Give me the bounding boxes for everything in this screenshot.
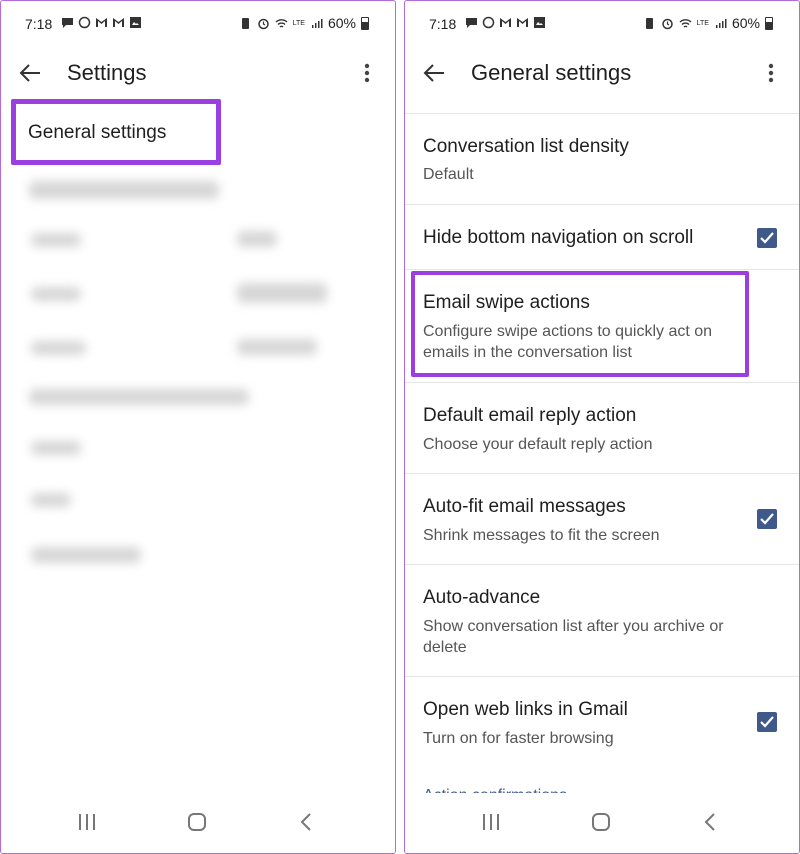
setting-default-reply-action[interactable]: Default email reply action Choose your d… (405, 383, 799, 473)
back-nav-icon[interactable] (295, 811, 319, 833)
status-bar: 7:18 LTE 60% (405, 1, 799, 45)
setting-conversation-list-density[interactable]: Conversation list density Default (405, 114, 799, 204)
recents-nav-icon[interactable] (479, 811, 503, 833)
setting-hide-bottom-navigation[interactable]: Hide bottom navigation on scroll (405, 205, 799, 269)
setting-title: Conversation list density (423, 136, 629, 157)
back-nav-icon[interactable] (699, 811, 723, 833)
setting-title: Auto-advance (423, 587, 541, 608)
back-arrow-icon[interactable] (15, 59, 45, 87)
back-arrow-icon[interactable] (419, 59, 449, 87)
app-bar: General settings (405, 51, 799, 95)
general-settings-label: General settings (28, 122, 167, 143)
system-nav-bar (1, 793, 395, 853)
setting-subtitle: Turn on for faster browsing (423, 730, 614, 747)
checkbox-checked-icon[interactable] (757, 509, 777, 529)
status-right: LTE 60% (239, 15, 369, 31)
network-type: LTE (696, 19, 709, 27)
setting-title: Email swipe actions (423, 292, 590, 313)
wifi-icon (679, 18, 692, 28)
setting-subtitle: Choose your default reply action (423, 436, 653, 453)
image-icon (534, 17, 545, 28)
left-phone-screen: 7:18 LTE 60% Settings General settings (0, 0, 396, 854)
page-title: Settings (67, 60, 147, 85)
whatsapp-icon (78, 16, 91, 29)
gmail-icon (113, 18, 124, 27)
notification-icons (465, 16, 546, 29)
setting-open-web-links[interactable]: Open web links in Gmail Turn on for fast… (405, 677, 799, 767)
signal-icon (715, 18, 727, 28)
right-phone-screen: 7:18 LTE 60% General settings Conversati… (404, 0, 800, 854)
status-time: 7:18 (429, 16, 457, 32)
setting-email-swipe-actions[interactable]: Email swipe actions Configure swipe acti… (405, 270, 799, 382)
general-settings-item[interactable]: General settings (11, 99, 221, 165)
setting-subtitle: Show conversation list after you archive… (423, 618, 724, 656)
wifi-icon (275, 18, 288, 28)
setting-subtitle: Shrink messages to fit the screen (423, 527, 660, 544)
page-title: General settings (471, 60, 632, 85)
image-icon (130, 17, 141, 28)
checkbox-checked-icon[interactable] (757, 712, 777, 732)
setting-subtitle: Default (423, 166, 474, 183)
recents-nav-icon[interactable] (75, 811, 99, 833)
checkbox-checked-icon[interactable] (757, 228, 777, 248)
home-nav-icon[interactable] (185, 811, 209, 833)
gmail-icon (96, 18, 107, 27)
system-nav-bar (405, 793, 799, 853)
setting-title: Default email reply action (423, 405, 637, 426)
network-type: LTE (292, 19, 305, 27)
battery-icon (361, 16, 369, 30)
whatsapp-icon (482, 16, 495, 29)
setting-subtitle: Configure swipe actions to quickly act o… (423, 323, 713, 361)
setting-auto-fit-email[interactable]: Auto-fit email messages Shrink messages … (405, 474, 799, 564)
setting-title: Open web links in Gmail (423, 699, 628, 720)
setting-title: Auto-fit email messages (423, 496, 626, 517)
chat-icon (62, 18, 73, 28)
status-time: 7:18 (25, 16, 53, 32)
setting-title: Hide bottom navigation on scroll (423, 227, 694, 248)
notification-icons (61, 16, 142, 29)
home-nav-icon[interactable] (589, 811, 613, 833)
more-vert-icon[interactable] (761, 61, 781, 85)
battery-icon (765, 16, 773, 30)
battery-saver-icon (241, 17, 249, 29)
battery-saver-icon (645, 17, 653, 29)
battery-percent: 60% (731, 15, 760, 31)
status-right: LTE 60% (643, 15, 773, 31)
battery-percent: 60% (327, 15, 356, 31)
alarm-icon (661, 18, 673, 29)
gmail-icon (500, 18, 511, 27)
chat-icon (466, 18, 477, 28)
setting-auto-advance[interactable]: Auto-advance Show conversation list afte… (405, 565, 799, 676)
signal-icon (311, 18, 323, 28)
gmail-icon (517, 18, 528, 27)
status-bar: 7:18 LTE 60% (1, 1, 395, 45)
more-vert-icon[interactable] (357, 61, 377, 85)
alarm-icon (257, 18, 269, 29)
app-bar: Settings (1, 51, 395, 95)
